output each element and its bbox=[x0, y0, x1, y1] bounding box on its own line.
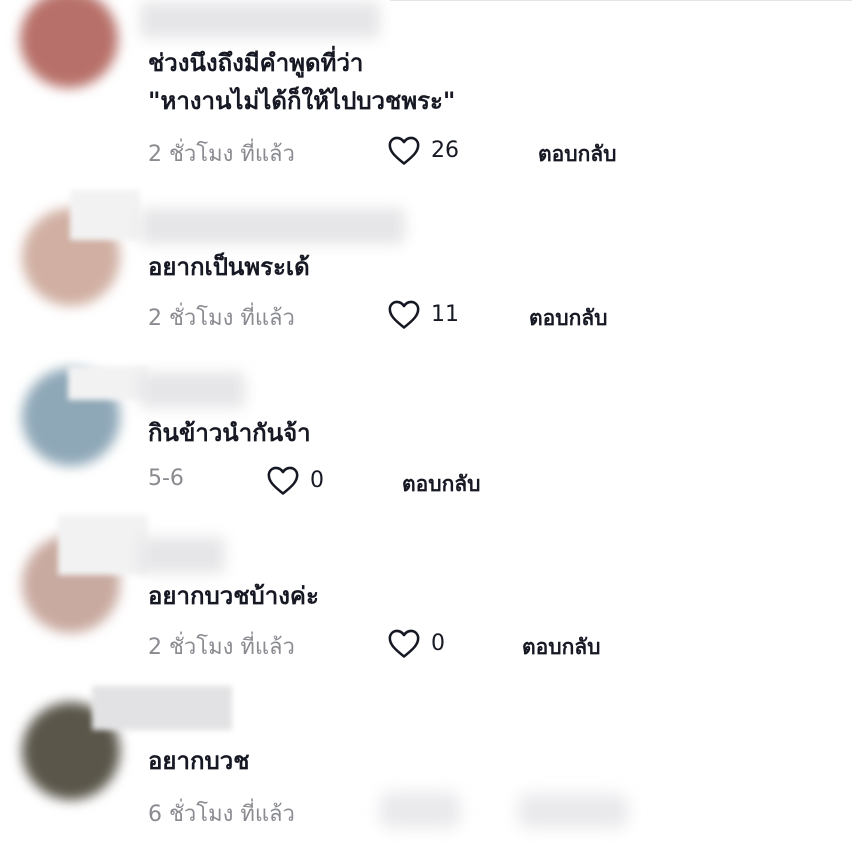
comment-time: 6 ชั่วโมง ที่แล้ว bbox=[148, 802, 295, 827]
comment-item: อยากบวชบ้างค่ะ 2 ชั่วโมง ที่แล้ว 0 ตอบกล… bbox=[0, 515, 852, 680]
comment-time: 5-6 bbox=[148, 466, 184, 491]
comment-item: อยากเป็นพระเด้ 2 ชั่วโมง ที่แล้ว 11 ตอบก… bbox=[0, 180, 852, 350]
username-blurred[interactable] bbox=[140, 372, 245, 408]
avatar-mask bbox=[58, 515, 148, 575]
username-blurred[interactable] bbox=[140, 2, 380, 38]
avatar[interactable] bbox=[20, 0, 118, 88]
reply-button[interactable]: ตอบกลับ bbox=[402, 468, 481, 501]
comment-text: ช่วงนึงถึงมีคำพูดที่ว่า "หางานไม่ได้ก็ให… bbox=[148, 49, 456, 115]
comment-time: 2 ชั่วโมง ที่แล้ว bbox=[148, 635, 295, 660]
comment-item: อยากบวช 6 ชั่วโมง ที่แล้ว bbox=[0, 680, 852, 844]
heart-outline-icon bbox=[388, 136, 420, 165]
heart-outline-icon bbox=[388, 300, 420, 329]
comment-time: 2 ชั่วโมง ที่แล้ว bbox=[148, 306, 295, 331]
comment-text: อยากบวช bbox=[148, 747, 250, 775]
avatar-mask bbox=[92, 686, 232, 730]
like-count: 0 bbox=[310, 467, 324, 493]
heart-outline-icon bbox=[388, 629, 420, 658]
avatar-mask bbox=[68, 366, 148, 400]
comment-time: 2 ชั่วโมง ที่แล้ว bbox=[148, 142, 295, 167]
avatar-mask bbox=[70, 190, 140, 240]
reply-button[interactable]: ตอบกลับ bbox=[538, 138, 617, 171]
like-button-blurred[interactable] bbox=[380, 792, 460, 828]
comment-text: กินข้าวนำกันจ้า bbox=[148, 419, 311, 447]
like-button[interactable]: 0 bbox=[387, 627, 445, 659]
reply-button[interactable]: ตอบกลับ bbox=[522, 631, 601, 664]
username-blurred[interactable] bbox=[140, 537, 225, 573]
reply-button-blurred[interactable] bbox=[518, 794, 628, 828]
comment-text: อยากบวชบ้างค่ะ bbox=[148, 582, 319, 610]
comment-item: ช่วงนึงถึงมีคำพูดที่ว่า "หางานไม่ได้ก็ให… bbox=[0, 0, 852, 180]
reply-button[interactable]: ตอบกลับ bbox=[529, 302, 608, 335]
like-count: 26 bbox=[431, 137, 459, 163]
comment-text: อยากเป็นพระเด้ bbox=[148, 253, 310, 281]
comment-item: กินข้าวนำกันจ้า 5-6 0 ตอบกลับ bbox=[0, 350, 852, 515]
like-button[interactable]: 0 bbox=[266, 464, 324, 496]
username-blurred[interactable] bbox=[140, 208, 405, 244]
like-count: 11 bbox=[431, 301, 459, 327]
like-button[interactable]: 26 bbox=[387, 134, 459, 166]
heart-outline-icon bbox=[267, 466, 299, 495]
like-count: 0 bbox=[431, 630, 445, 656]
like-button[interactable]: 11 bbox=[387, 298, 459, 330]
